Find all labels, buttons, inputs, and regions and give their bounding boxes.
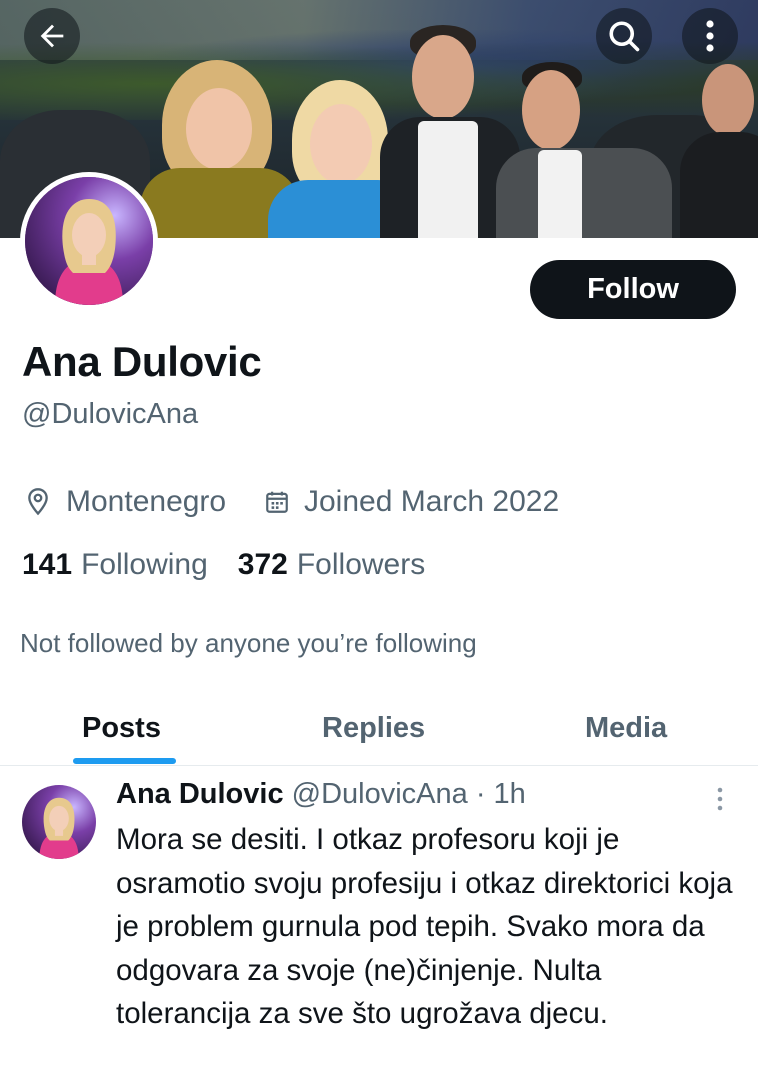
follow-button[interactable]: Follow: [530, 260, 736, 319]
calendar-icon: [266, 491, 288, 513]
profile-stats: 141 Following 372 Followers: [22, 548, 425, 582]
more-vertical-icon: [706, 20, 714, 52]
back-button[interactable]: [24, 8, 80, 64]
profile-handle: @DulovicAna: [22, 398, 199, 430]
following-count: 141: [22, 548, 73, 581]
post-text: Mora se desiti. I otkaz profesoru koji j…: [116, 823, 733, 1030]
followers-count: 372: [237, 548, 288, 581]
post-author-avatar[interactable]: [22, 785, 96, 859]
search-icon: [609, 21, 640, 52]
post-header: Ana Dulovic @DulovicAna · 1h: [116, 778, 526, 811]
profile-name: Ana Dulovic: [22, 338, 262, 385]
followers-label: Followers: [296, 548, 426, 581]
following-link[interactable]: 141 Following: [22, 548, 208, 582]
tab-posts[interactable]: Posts: [82, 690, 161, 766]
profile-joined: Joined March 2022: [264, 485, 559, 519]
post-author-handle[interactable]: @DulovicAna: [292, 778, 468, 810]
tab-media[interactable]: Media: [585, 690, 667, 766]
post-time[interactable]: · 1h: [476, 778, 526, 810]
more-vertical-icon: [717, 787, 723, 811]
tab-replies[interactable]: Replies: [322, 690, 425, 766]
post-more-button[interactable]: [708, 784, 732, 814]
more-options-button[interactable]: [682, 8, 738, 64]
following-label: Following: [81, 548, 208, 581]
followers-link[interactable]: 372 Followers: [238, 548, 425, 582]
profile-tabs: Posts Replies Media: [0, 690, 758, 766]
post-author-name[interactable]: Ana Dulovic: [116, 778, 284, 810]
not-followed-note: Not followed by anyone you’re following: [20, 628, 477, 658]
avatar-portrait: [39, 797, 79, 859]
profile-avatar[interactable]: [20, 172, 158, 310]
joined-text: Joined March 2022: [304, 485, 560, 518]
avatar-portrait: [55, 199, 123, 305]
location-pin-icon: [28, 488, 48, 516]
search-button[interactable]: [596, 8, 652, 64]
arrow-left-icon: [40, 24, 64, 48]
location-text: Montenegro: [66, 485, 227, 518]
profile-location: Montenegro: [24, 485, 226, 519]
active-tab-indicator: [73, 758, 176, 764]
